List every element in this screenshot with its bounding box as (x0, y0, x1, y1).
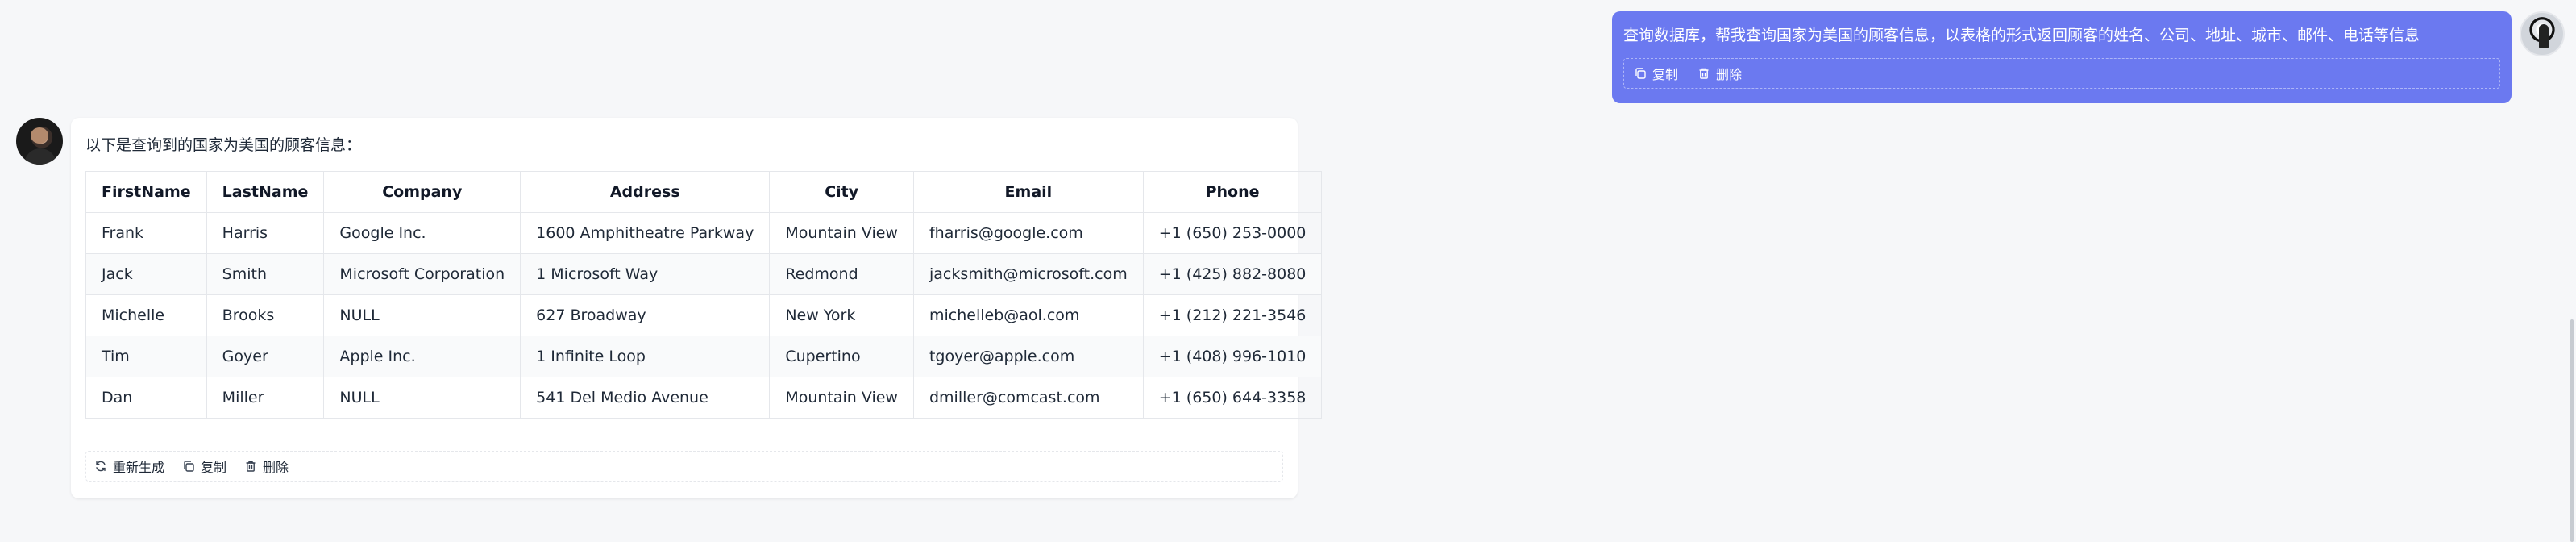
assistant-delete-button[interactable]: 删除 (244, 457, 289, 476)
cell-city: Redmond (769, 253, 914, 295)
cell-city: Mountain View (769, 377, 914, 419)
assistant-message-card: 以下是查询到的国家为美国的顾客信息： FirstName LastName Co… (71, 118, 1323, 498)
cell-firstname: Tim (85, 336, 207, 377)
customer-table: FirstName LastName Company Address City … (85, 171, 1323, 419)
regenerate-label: 重新生成 (113, 460, 165, 475)
assistant-copy-button[interactable]: 复制 (182, 457, 226, 476)
assistant-intro-text: 以下是查询到的国家为美国的顾客信息： (85, 136, 362, 154)
cell-lastname: Harris (206, 212, 325, 254)
user-message-bubble: 查询数据库，帮我查询国家为美国的顾客信息，以表格的形式返回顾客的姓名、公司、地址… (1612, 11, 2512, 103)
cell-lastname: Goyer (206, 336, 325, 377)
cell-email: fharris@google.com (912, 212, 1144, 254)
cell-phone: +1 (212) 221-3546 (1142, 294, 1323, 336)
cell-email: michelleb@aol.com (912, 294, 1144, 336)
user-message-row: 查询数据库，帮我查询国家为美国的顾客信息，以表格的形式返回顾客的姓名、公司、地址… (1612, 11, 2565, 103)
user-delete-label: 删除 (1716, 67, 1743, 82)
cell-lastname: Smith (206, 253, 325, 295)
copy-icon (1634, 67, 1647, 80)
cell-lastname: Miller (206, 377, 325, 419)
cell-email: jacksmith@microsoft.com (912, 253, 1144, 295)
table-row: Frank Harris Google Inc. 1600 Amphitheat… (85, 212, 1323, 254)
column-header-company: Company (323, 171, 521, 213)
user-message-actions: 复制 删除 (1623, 58, 2500, 89)
column-header-address: Address (520, 171, 771, 213)
trash-icon (244, 460, 257, 473)
cell-company: Apple Inc. (323, 336, 521, 377)
cell-company: NULL (323, 294, 521, 336)
user-message-text: 查询数据库，帮我查询国家为美国的顾客信息，以表格的形式返回顾客的姓名、公司、地址… (1623, 27, 2420, 44)
chat-page: 查询数据库，帮我查询国家为美国的顾客信息，以表格的形式返回顾客的姓名、公司、地址… (0, 0, 2576, 542)
user-delete-button[interactable]: 删除 (1697, 64, 1742, 83)
table-row: Dan Miller NULL 541 Del Medio Avenue Mou… (85, 377, 1323, 419)
cell-address: 1 Infinite Loop (520, 336, 771, 377)
cell-company: NULL (323, 377, 521, 419)
cell-firstname: Frank (85, 212, 207, 254)
cell-lastname: Brooks (206, 294, 325, 336)
column-header-firstname: FirstName (85, 171, 207, 213)
assistant-avatar (16, 118, 63, 165)
cell-phone: +1 (650) 253-0000 (1142, 212, 1323, 254)
cell-city: New York (769, 294, 914, 336)
user-copy-label: 复制 (1652, 67, 1679, 82)
cell-address: 627 Broadway (520, 294, 771, 336)
assistant-delete-label: 删除 (263, 460, 289, 475)
refresh-icon (94, 460, 107, 473)
assistant-message-row: 以下是查询到的国家为美国的顾客信息： FirstName LastName Co… (16, 118, 1323, 498)
user-copy-button[interactable]: 复制 (1634, 64, 1678, 83)
table-row: Michelle Brooks NULL 627 Broadway New Yo… (85, 294, 1323, 336)
cell-firstname: Michelle (85, 294, 207, 336)
assistant-copy-label: 复制 (201, 460, 227, 475)
regenerate-button[interactable]: 重新生成 (94, 457, 164, 476)
copy-icon (182, 460, 195, 473)
cell-address: 1 Microsoft Way (520, 253, 771, 295)
cell-address: 1600 Amphitheatre Parkway (520, 212, 771, 254)
vertical-scrollbar[interactable] (2565, 0, 2576, 542)
table-header-row: FirstName LastName Company Address City … (85, 171, 1323, 213)
column-header-phone: Phone (1142, 171, 1323, 213)
cell-phone: +1 (650) 644-3358 (1142, 377, 1323, 419)
cell-company: Microsoft Corporation (323, 253, 521, 295)
cell-address: 541 Del Medio Avenue (520, 377, 771, 419)
column-header-lastname: LastName (206, 171, 325, 213)
cell-firstname: Jack (85, 253, 207, 295)
scrollbar-thumb[interactable] (2570, 319, 2574, 542)
cell-email: tgoyer@apple.com (912, 336, 1144, 377)
column-header-email: Email (912, 171, 1144, 213)
column-header-city: City (769, 171, 914, 213)
cell-firstname: Dan (85, 377, 207, 419)
trash-icon (1697, 67, 1710, 80)
table-row: Jack Smith Microsoft Corporation 1 Micro… (85, 253, 1323, 295)
user-avatar (2520, 11, 2565, 56)
assistant-message-actions: 重新生成 复制 删除 (85, 451, 1283, 482)
cell-email: dmiller@comcast.com (912, 377, 1144, 419)
table-row: Tim Goyer Apple Inc. 1 Infinite Loop Cup… (85, 336, 1323, 377)
cell-phone: +1 (408) 996-1010 (1142, 336, 1323, 377)
cell-city: Cupertino (769, 336, 914, 377)
cell-phone: +1 (425) 882-8080 (1142, 253, 1323, 295)
cell-city: Mountain View (769, 212, 914, 254)
cell-company: Google Inc. (323, 212, 521, 254)
